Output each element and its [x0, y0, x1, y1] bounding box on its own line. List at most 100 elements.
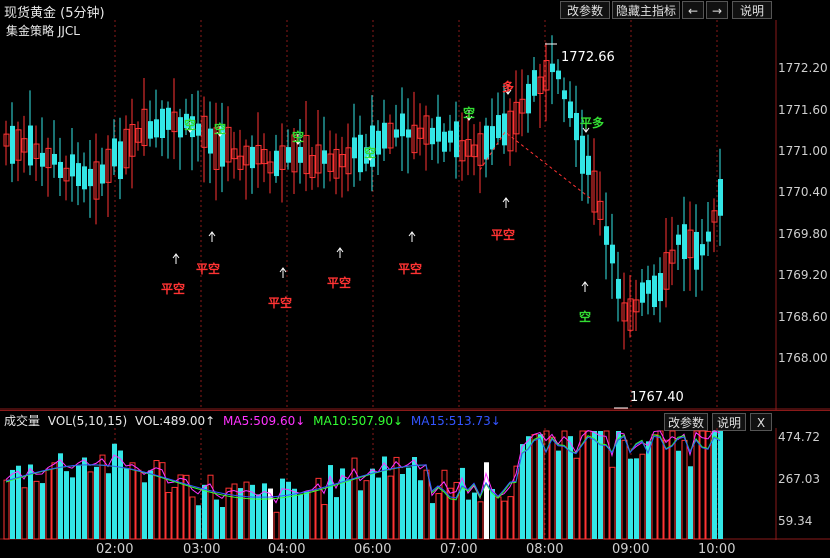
- time-tick: 03:00: [183, 542, 221, 557]
- candle-body: [436, 116, 441, 142]
- panel-divider: [0, 410, 830, 411]
- volume-chart[interactable]: [0, 428, 830, 540]
- edit-params-button[interactable]: 改参数: [560, 1, 610, 19]
- time-tick: 06:00: [354, 542, 392, 557]
- volume-bar: [472, 492, 477, 539]
- volume-bar: [616, 431, 621, 539]
- candle-body: [640, 282, 645, 303]
- volume-bar: [196, 505, 201, 539]
- volume-bar: [412, 457, 417, 539]
- volume-bar: [321, 504, 328, 540]
- candle-body: [646, 280, 651, 294]
- volume-bar: [466, 499, 471, 539]
- candle-body: [208, 128, 213, 154]
- volume-bar: [129, 462, 136, 540]
- volume-bar: [99, 454, 106, 540]
- signal-short-label: 空: [364, 146, 377, 160]
- candle-body: [358, 134, 363, 173]
- volume-ma5: MA5:509.60↓: [223, 414, 306, 428]
- volume-ma10: MA10:507.90↓: [313, 414, 404, 428]
- volume-bar: [531, 434, 538, 540]
- volume-bar: [70, 477, 75, 539]
- signal-arrow-up: [172, 253, 180, 264]
- candle-body: [502, 113, 507, 146]
- candle-body: [682, 224, 687, 260]
- candle-body: [454, 121, 459, 158]
- candlestick-chart[interactable]: [0, 20, 830, 410]
- volume-bar: [82, 457, 87, 539]
- volume-bar: [495, 496, 502, 540]
- candle-body: [448, 130, 453, 143]
- candle-body: [658, 273, 663, 302]
- price-tick: 1768.00: [778, 351, 828, 365]
- price-tick: 1768.60: [778, 310, 828, 324]
- candle-body: [562, 90, 567, 100]
- signal-short-label: 空: [579, 310, 592, 324]
- volume-bar: [393, 456, 400, 540]
- candle-body: [100, 164, 105, 184]
- volume-tick: 59.34: [778, 514, 813, 528]
- volume-bar: [231, 483, 238, 540]
- volume-bar: [28, 464, 33, 539]
- candle-body: [610, 244, 615, 264]
- low-price-annotation: 1767.40: [630, 390, 684, 405]
- volume-header: 成交量 VOL(5,10,15) VOL:489.00↑ MA5:509.60↓…: [4, 412, 505, 429]
- scroll-left-button[interactable]: ←: [682, 1, 704, 19]
- volume-label: 成交量: [4, 414, 41, 428]
- volume-bar: [556, 450, 561, 539]
- volume-bar: [592, 431, 597, 539]
- volume-bar: [309, 490, 316, 540]
- volume-bar: [549, 436, 556, 540]
- signal-close-short-label: 平空: [268, 296, 293, 310]
- volume-bar: [94, 466, 99, 539]
- scroll-right-button[interactable]: →: [706, 1, 728, 19]
- candle-body: [286, 147, 291, 163]
- signal-short-label: 空: [184, 118, 197, 132]
- volume-bar: [58, 453, 63, 539]
- volume-bar: [3, 479, 10, 540]
- volume-bar: [598, 431, 603, 539]
- candle-body: [28, 125, 33, 166]
- signal-arrow-up: [581, 281, 589, 292]
- time-tick: 02:00: [96, 542, 134, 557]
- help-button[interactable]: 说明: [732, 1, 772, 19]
- volume-bar: [628, 458, 633, 539]
- candle-body: [556, 70, 561, 80]
- candle-body: [274, 150, 279, 177]
- volume-bar: [712, 431, 717, 539]
- volume-bar: [441, 469, 448, 540]
- volume-bar: [33, 480, 40, 540]
- candle-body: [700, 244, 705, 256]
- candle-body: [88, 168, 93, 187]
- volume-bar: [418, 480, 423, 539]
- volume-bar: [663, 439, 670, 540]
- signal-short-label: 空: [214, 122, 227, 136]
- volume-bar: [334, 497, 339, 539]
- volume-bar: [382, 456, 387, 539]
- signal-arrow-up: [502, 197, 510, 208]
- candle-body: [58, 161, 63, 178]
- candle-body: [526, 83, 531, 114]
- candle-body: [10, 125, 15, 164]
- volume-bar: [135, 469, 142, 540]
- strategy-line: [479, 131, 591, 199]
- candle-body: [400, 113, 405, 137]
- candle-body: [490, 126, 495, 150]
- signal-arrow-up: [279, 267, 287, 278]
- volume-bar: [220, 507, 225, 539]
- volume-bar: [51, 462, 58, 540]
- volume-bar: [585, 430, 592, 540]
- candle-body: [298, 146, 303, 163]
- volume-bar: [142, 482, 147, 539]
- volume-value: VOL:489.00↑: [134, 414, 216, 428]
- signal-close-short-label: 平空: [196, 262, 221, 276]
- volume-bar: [214, 499, 219, 539]
- volume-bar: [106, 473, 111, 539]
- hide-indicator-button[interactable]: 隐藏主指标: [612, 1, 680, 19]
- candle-body: [580, 135, 585, 174]
- volume-bar: [189, 496, 196, 540]
- candle-body: [616, 278, 621, 299]
- candle-body: [52, 153, 57, 165]
- signal-close-short-label: 平空: [398, 262, 423, 276]
- candle-body: [718, 179, 723, 216]
